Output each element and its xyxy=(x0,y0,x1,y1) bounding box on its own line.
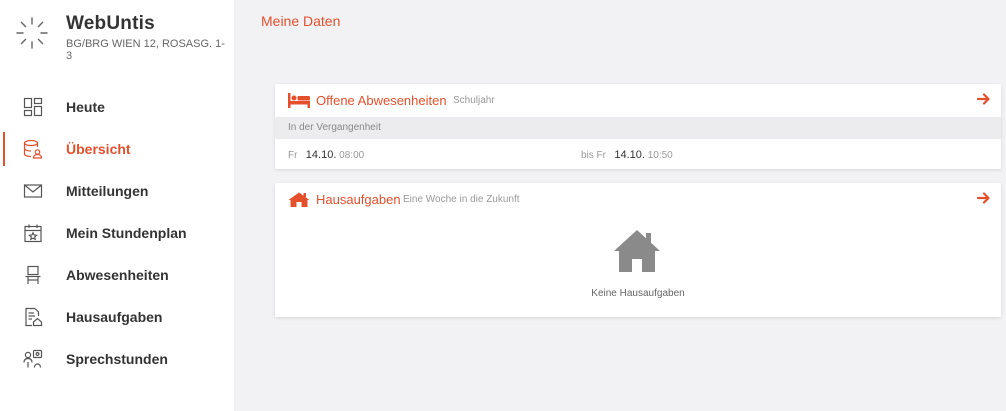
sidebar-item-label: Abwesenheiten xyxy=(66,267,169,283)
absences-card: Offene Abwesenheiten Schuljahr In der Ve… xyxy=(275,84,1001,169)
homework-card-header[interactable]: Hausaufgaben Eine Woche in die Zukunft xyxy=(275,183,1001,216)
arrow-right-icon[interactable] xyxy=(977,191,991,205)
absences-section-label: In der Vergangenheit xyxy=(288,122,381,133)
homework-title: Hausaufgaben xyxy=(316,192,401,207)
page-title: Meine Daten xyxy=(261,13,341,29)
homework-card: Hausaufgaben Eine Woche in die Zukunft K… xyxy=(275,183,1001,317)
from-date: 14.10. xyxy=(305,149,337,161)
homework-icon xyxy=(25,307,43,327)
calendar-icon xyxy=(24,224,42,243)
sidebar-item-label: Hausaufgaben xyxy=(66,309,163,325)
bed-icon xyxy=(288,93,310,108)
to-time: 10:50 xyxy=(647,150,673,161)
sidebar-item-heute[interactable]: Heute xyxy=(0,86,234,128)
no-homework-text: Keine Hausaufgaben xyxy=(591,288,685,299)
sidebar-item-abwesenheiten[interactable]: Abwesenheiten xyxy=(0,254,234,296)
sidebar-nav: Heute Übersicht Mitteilungen Mein Stunde… xyxy=(0,86,234,380)
dashboard-icon xyxy=(23,97,43,117)
homework-subtitle: Eine Woche in die Zukunft xyxy=(403,194,520,205)
app-name: WebUntis xyxy=(66,13,155,34)
sidebar-item-label: Sprechstunden xyxy=(66,351,168,367)
main-content: Meine Daten Offene Abwesenheiten Schulja… xyxy=(234,0,1006,411)
sidebar-item-mitteilungen[interactable]: Mitteilungen xyxy=(0,170,234,212)
overview-icon xyxy=(23,139,43,159)
sidebar: WebUntis BG/BRG WIEN 12, ROSASG. 1-3 Heu… xyxy=(0,0,234,411)
absence-to: bis Fr 14.10. 10:50 xyxy=(581,149,673,161)
spinner-logo-icon xyxy=(16,17,48,49)
absence-row[interactable]: Fr 14.10. 08:00 bis Fr 14.10. 10:50 xyxy=(275,139,1001,169)
house-icon xyxy=(288,192,310,207)
from-time: 08:00 xyxy=(339,150,365,161)
sidebar-item-label: Mein Stundenplan xyxy=(66,225,187,241)
sidebar-item-hausaufgaben[interactable]: Hausaufgaben xyxy=(0,296,234,338)
chair-icon xyxy=(25,265,41,284)
sidebar-item-uebersicht[interactable]: Übersicht xyxy=(0,128,234,170)
absence-from: Fr 14.10. 08:00 xyxy=(288,149,364,161)
absences-section-header: In der Vergangenheit xyxy=(275,117,1001,139)
sidebar-item-sprechstunden[interactable]: Sprechstunden xyxy=(0,338,234,380)
to-date: 14.10. xyxy=(614,149,645,161)
envelope-icon xyxy=(23,184,43,198)
absences-title: Offene Abwesenheiten xyxy=(316,93,447,108)
school-name: BG/BRG WIEN 12, ROSASG. 1-3 xyxy=(66,38,225,62)
logo-area[interactable]: WebUntis BG/BRG WIEN 12, ROSASG. 1-3 xyxy=(0,0,234,80)
absences-subtitle: Schuljahr xyxy=(453,95,495,106)
arrow-right-icon[interactable] xyxy=(977,92,991,106)
from-day: Fr xyxy=(288,150,298,161)
to-prefix: bis Fr xyxy=(581,150,606,161)
sidebar-item-stundenplan[interactable]: Mein Stundenplan xyxy=(0,212,234,254)
sidebar-item-label: Mitteilungen xyxy=(66,183,149,199)
sidebar-item-label: Heute xyxy=(66,99,105,115)
sidebar-item-label: Übersicht xyxy=(66,141,131,157)
consultation-icon xyxy=(23,349,43,368)
absences-card-header[interactable]: Offene Abwesenheiten Schuljahr xyxy=(275,84,1001,117)
empty-house-icon xyxy=(614,230,660,272)
